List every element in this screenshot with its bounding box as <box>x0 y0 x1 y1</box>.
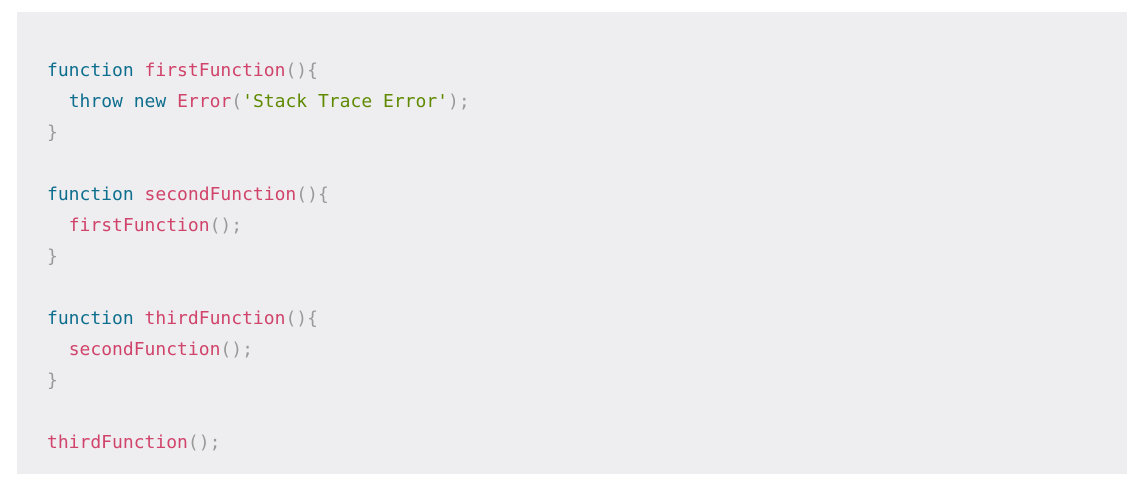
code-token-fn: firstFunction <box>144 60 286 81</box>
code-line: thirdFunction(); <box>47 427 1127 458</box>
code-token-punct: } <box>47 246 58 267</box>
code-token-string: 'Stack Trace Error' <box>242 91 449 112</box>
code-line: function firstFunction(){ <box>47 55 1127 86</box>
code-token-fn: firstFunction <box>68 215 210 236</box>
code-token-keyword: new <box>133 91 167 112</box>
code-token-punct: (){ <box>296 184 329 205</box>
code-token-fn: secondFunction <box>68 339 221 360</box>
code-token-punct: ); <box>448 91 470 112</box>
code-token-fn: Error <box>177 91 232 112</box>
code-line: } <box>47 241 1127 272</box>
code-line: function thirdFunction(){ <box>47 303 1127 334</box>
code-token-keyword: function <box>47 60 134 81</box>
code-line: ​ <box>47 148 1127 179</box>
code-lines: function firstFunction(){ throw new Erro… <box>47 55 1127 458</box>
code-line: } <box>47 365 1127 396</box>
code-block: function firstFunction(){ throw new Erro… <box>17 12 1127 474</box>
code-token-punct: (); <box>220 339 253 360</box>
code-token-keyword: function <box>47 308 134 329</box>
code-token-fn: secondFunction <box>144 184 297 205</box>
code-line: ​ <box>47 396 1127 427</box>
code-token-fn: thirdFunction <box>47 432 188 453</box>
code-token-punct: ( <box>231 91 243 112</box>
code-line: ​ <box>47 272 1127 303</box>
code-token-punct: (){ <box>285 308 318 329</box>
code-line: throw new Error('Stack Trace Error'); <box>47 86 1127 117</box>
code-token-punct: (); <box>187 432 221 453</box>
code-token-punct: (); <box>209 215 243 236</box>
code-line: firstFunction(); <box>47 210 1127 241</box>
code-line: function secondFunction(){ <box>47 179 1127 210</box>
code-token-fn: thirdFunction <box>144 308 286 329</box>
code-token-punct: (){ <box>285 60 318 81</box>
code-line: } <box>47 117 1127 148</box>
code-token-punct: } <box>47 122 58 143</box>
code-line: secondFunction(); <box>47 334 1127 365</box>
code-token-punct: } <box>47 370 58 391</box>
code-token-keyword: function <box>47 184 134 205</box>
code-token-keyword: throw <box>68 91 123 112</box>
